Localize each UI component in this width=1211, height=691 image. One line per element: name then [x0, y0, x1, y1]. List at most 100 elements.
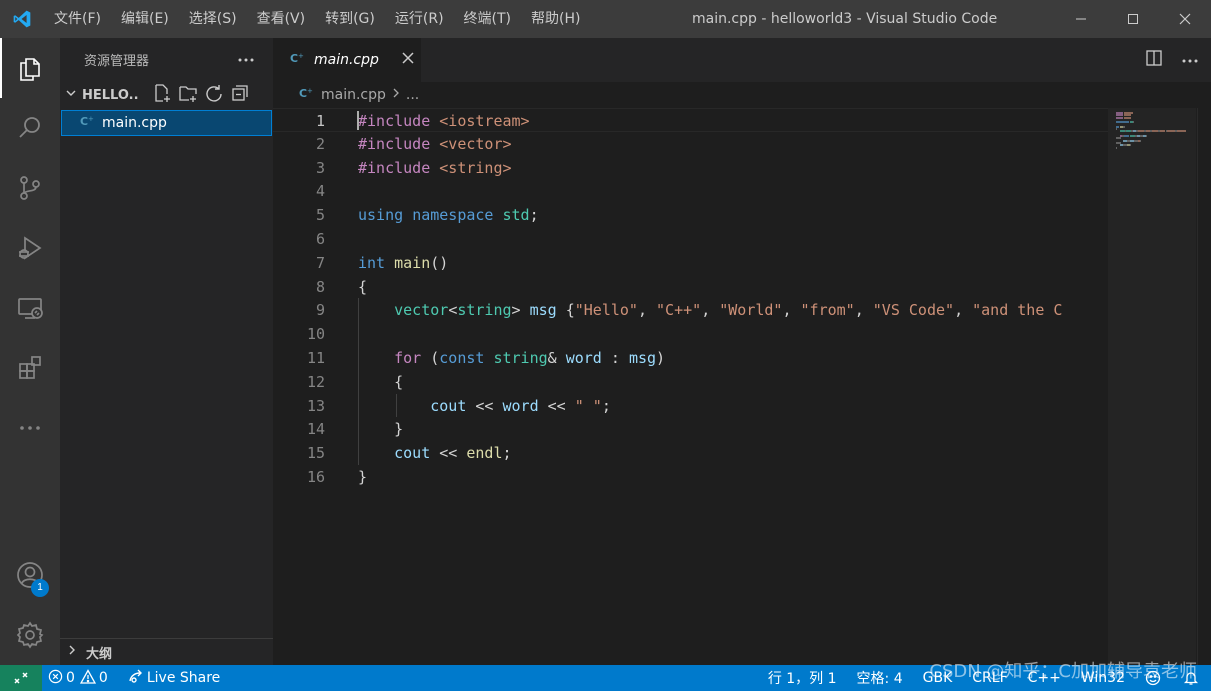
explorer-sidebar: 资源管理器 HELLO... C + main.cpp 大纲	[60, 38, 273, 665]
collapse-all-icon[interactable]	[230, 83, 250, 107]
extensions-icon[interactable]	[0, 338, 60, 398]
menu-item[interactable]: 运行(R)	[385, 0, 454, 38]
cpp-file-icon: C +	[80, 114, 96, 132]
code-token: main	[394, 253, 431, 272]
menu-item[interactable]: 终端(T)	[454, 0, 521, 38]
code-text: {	[358, 275, 367, 299]
minimap-line	[1133, 121, 1134, 124]
accounts-badge: 1	[31, 579, 49, 597]
search-icon[interactable]	[0, 98, 60, 158]
indentation[interactable]: 空格: 4	[847, 665, 913, 691]
code-token: string	[457, 301, 512, 320]
breadcrumb-file[interactable]: main.cpp	[321, 87, 386, 103]
new-file-icon[interactable]	[152, 83, 172, 107]
code-text: using namespace std;	[358, 203, 539, 227]
close-icon[interactable]	[402, 52, 414, 68]
code-line: 1 #include <iostream>	[273, 108, 1108, 132]
accounts-icon[interactable]: 1	[0, 545, 60, 605]
line-number: 1	[315, 112, 325, 130]
line-number: 11	[306, 349, 325, 367]
source-control-icon[interactable]	[0, 158, 60, 218]
minimap-line	[1116, 128, 1117, 131]
code-line: 11 for (const string& word : msg)	[273, 346, 1108, 370]
svg-text:C: C	[299, 87, 307, 100]
refresh-icon[interactable]	[204, 83, 224, 107]
settings-gear-icon[interactable]	[0, 605, 60, 665]
close-window-button[interactable]	[1159, 0, 1211, 38]
code-token: const	[439, 349, 485, 367]
minimap-line	[1140, 139, 1142, 142]
file-item-main-cpp[interactable]: C + main.cpp	[61, 110, 272, 136]
code-token: string	[493, 349, 548, 367]
code-token: "Hello"	[574, 301, 638, 320]
code-token: for	[394, 349, 422, 367]
code-editor[interactable]: 1 #include <iostream> 2 #include <vector> 3 #…	[273, 108, 1108, 665]
menu-item[interactable]: 编辑(E)	[111, 0, 179, 38]
run-debug-icon[interactable]	[0, 218, 60, 278]
minimap[interactable]	[1108, 108, 1211, 665]
minimize-button[interactable]	[1055, 0, 1107, 38]
tab-main-cpp[interactable]: C + main.cpp	[273, 38, 421, 82]
line-number: 14	[306, 420, 325, 439]
remote-explorer-icon[interactable]	[0, 278, 60, 338]
minimap-line	[1167, 130, 1176, 133]
more-icon[interactable]	[0, 398, 60, 458]
new-folder-icon[interactable]	[178, 83, 198, 107]
cursor-position[interactable]: 行 1，列 1	[758, 665, 847, 691]
live-share-button[interactable]: Live Share	[122, 665, 226, 691]
menu-bar: 文件(F) 编辑(E) 选择(S) 查看(V) 转到(G) 运行(R) 终端(T) 帮助(H)	[44, 0, 590, 38]
menu-item[interactable]: 帮助(H)	[521, 0, 590, 38]
svg-text:C: C	[290, 52, 298, 65]
code-token: "and the C	[972, 301, 1063, 320]
vertical-scrollbar[interactable]	[1197, 108, 1211, 665]
code-line: 10	[273, 322, 1108, 346]
error-icon	[48, 669, 63, 688]
code-text: #include <vector>	[358, 132, 512, 156]
line-number: 5	[315, 206, 325, 225]
menu-item[interactable]: 文件(F)	[44, 0, 111, 38]
activity-bar: 1	[0, 38, 60, 665]
minimap-line	[1121, 121, 1130, 124]
code-line: 16}	[273, 465, 1108, 489]
chevron-right-icon	[66, 644, 78, 660]
folder-section-header[interactable]: HELLO...	[60, 80, 273, 110]
minimap-line	[1130, 144, 1132, 147]
warning-count: 0	[98, 670, 108, 686]
code-token: #include	[358, 112, 431, 130]
window-controls	[1055, 0, 1211, 38]
menu-item[interactable]: 选择(S)	[179, 0, 247, 38]
maximize-button[interactable]	[1107, 0, 1159, 38]
file-name: main.cpp	[102, 115, 167, 131]
code-text: for (const string& word : msg)	[358, 346, 665, 370]
split-editor-icon[interactable]	[1145, 49, 1163, 71]
remote-indicator[interactable]	[0, 665, 42, 691]
cpp-file-icon: C +	[299, 86, 315, 104]
explorer-icon[interactable]	[0, 38, 60, 98]
indent-guide	[396, 393, 397, 418]
code-token: {	[556, 301, 575, 320]
code-line: 14 }	[273, 417, 1108, 441]
code-token: int	[358, 253, 386, 272]
editor-tabs: C + main.cpp	[273, 38, 1211, 82]
menu-item[interactable]: 查看(V)	[247, 0, 316, 38]
outline-section-header[interactable]: 大纲	[60, 638, 273, 665]
code-token: )	[656, 349, 666, 367]
code-token: "C++"	[656, 301, 702, 320]
indent-guide	[358, 298, 359, 465]
breadcrumb-symbol[interactable]: ...	[406, 87, 419, 103]
code-token: (	[421, 349, 440, 367]
sidebar-more-actions-icon[interactable]	[237, 52, 255, 67]
code-token: <<	[466, 396, 503, 415]
menu-item[interactable]: 转到(G)	[315, 0, 385, 38]
svg-text:+: +	[307, 87, 313, 95]
problems-indicator[interactable]: 0 0	[42, 665, 114, 691]
minimap-slider[interactable]	[1108, 108, 1196, 665]
code-token: {	[358, 277, 368, 296]
code-token: &	[547, 349, 566, 367]
minimap-line	[1124, 116, 1132, 119]
more-actions-icon[interactable]	[1181, 53, 1199, 68]
